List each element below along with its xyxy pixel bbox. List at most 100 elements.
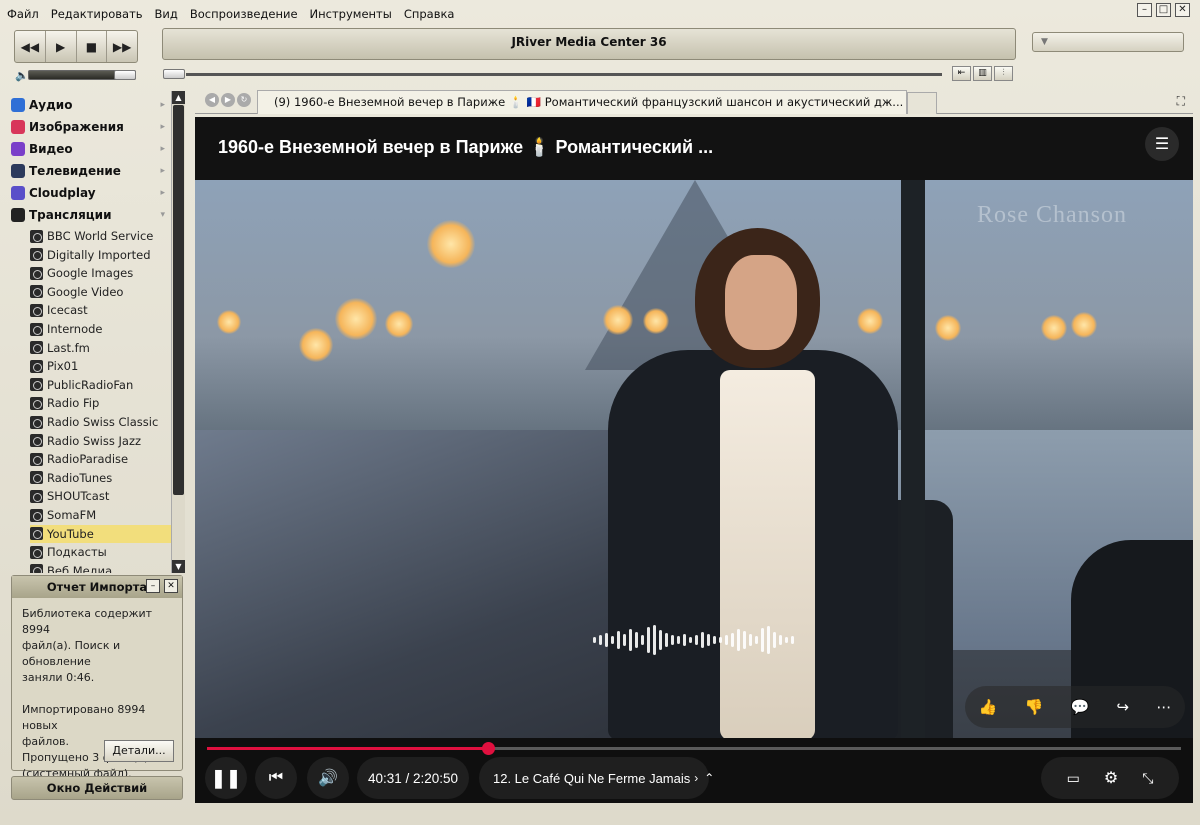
close-icon[interactable]: ✕ <box>1175 3 1190 17</box>
stop-button[interactable]: ■ <box>77 31 108 62</box>
sidebar-item-stream[interactable]: Digitally Imported <box>30 246 171 264</box>
sidebar-item-stream[interactable]: Веб Медиа <box>30 562 171 573</box>
stream-icon <box>30 545 43 559</box>
exit-fullscreen-icon[interactable]: ⤡ <box>1142 770 1153 787</box>
mute-button[interactable]: 🔊 <box>307 757 349 799</box>
waveform-bar <box>695 635 698 645</box>
settings-icon[interactable]: ⚙ <box>1104 768 1118 788</box>
search-dropdown[interactable]: ▼ <box>1032 32 1184 52</box>
scroll-up-icon[interactable]: ▲ <box>172 91 185 104</box>
sidebar-item-stream[interactable]: Last.fm <box>30 339 171 357</box>
chapter-button[interactable]: 12. Le Café Qui Ne Ferme Jamais › ⌃ <box>479 757 714 799</box>
pause-button[interactable]: ❚❚ <box>205 757 247 799</box>
like-icon[interactable]: 👍 <box>979 698 998 716</box>
sidebar-category-tv[interactable]: Телевидение ▸ <box>11 161 171 181</box>
sidebar-item-label: Google Images <box>47 266 134 281</box>
playlist-icon[interactable]: ☰ <box>1145 127 1179 161</box>
sidebar-item-stream[interactable]: Подкасты <box>30 543 171 561</box>
sidebar-category-label: Телевидение <box>29 164 121 178</box>
video-progress-bar[interactable] <box>207 742 1181 755</box>
chevron-right-icon[interactable]: ▸ <box>160 100 165 110</box>
chevron-right-icon[interactable]: ▸ <box>160 188 165 198</box>
sidebar-item-stream[interactable]: Google Images <box>30 264 171 282</box>
sidebar-item-stream[interactable]: SHOUTcast <box>30 487 171 505</box>
back-icon[interactable]: ◀ <box>205 93 219 107</box>
menu-playback[interactable]: Воспроизведение <box>190 7 298 21</box>
waveform-bar <box>791 636 794 644</box>
menu-view[interactable]: Вид <box>155 7 178 21</box>
sidebar-item-stream[interactable]: Radio Swiss Jazz <box>30 432 171 450</box>
equalizer-icon[interactable]: ▥ <box>973 66 992 81</box>
sidebar-item-stream[interactable]: SomaFM <box>30 506 171 524</box>
browser-tab[interactable]: (9) 1960-е Внеземной вечер в Париже 🕯️ 🇫… <box>257 90 907 114</box>
minimize-icon[interactable]: – <box>1137 3 1152 17</box>
dsp-icon[interactable]: ⫶ <box>994 66 1013 81</box>
waveform-bar <box>605 633 608 647</box>
close-icon[interactable]: ✕ <box>164 579 178 593</box>
chevron-right-icon: › <box>694 771 699 785</box>
sidebar-item-stream[interactable]: Radio Fip <box>30 394 171 412</box>
seek-slider[interactable] <box>186 73 942 76</box>
youtube-player[interactable]: 1960-е Внеземной вечер в Париже 🕯️ Роман… <box>195 117 1193 803</box>
sidebar-category-audio[interactable]: Аудио ▸ <box>11 95 171 115</box>
sidebar-item-stream[interactable]: BBC World Service <box>30 227 171 245</box>
menu-help[interactable]: Справка <box>404 7 455 21</box>
share-icon[interactable]: ↪ <box>1116 698 1129 716</box>
video-frame[interactable]: Rose Chanson 👍 👎 💬 ↪ ⋯ <box>195 180 1193 738</box>
comment-icon[interactable]: 💬 <box>1071 698 1090 716</box>
menu-tools[interactable]: Инструменты <box>310 7 392 21</box>
sidebar-item-stream[interactable]: Pix01 <box>30 357 171 375</box>
sidebar-item-stream[interactable]: YouTube <box>30 524 171 543</box>
sidebar-item-stream[interactable]: Icecast <box>30 301 171 319</box>
sidebar-item-stream[interactable]: Radio Swiss Classic <box>30 413 171 431</box>
sidebar-category-images[interactable]: Изображения ▸ <box>11 117 171 137</box>
bokeh-light <box>217 310 241 334</box>
previous-track-button[interactable]: ◀◀ <box>15 31 46 62</box>
scroll-thumb[interactable] <box>173 105 184 495</box>
sidebar-item-stream[interactable]: Google Video <box>30 283 171 301</box>
previous-button[interactable]: ⏮ <box>255 757 297 799</box>
right-controls: ▭ ⚙ ⤡ <box>1041 757 1179 799</box>
chevron-right-icon[interactable]: ▸ <box>160 122 165 132</box>
seek-slider-handle[interactable] <box>163 69 185 79</box>
sidebar-item-stream[interactable]: Internode <box>30 320 171 338</box>
subtitles-icon[interactable]: ▭ <box>1067 770 1080 787</box>
menu-edit[interactable]: Редактировать <box>51 7 143 21</box>
sidebar-item-stream[interactable]: PublicRadioFan <box>30 376 171 394</box>
menu-file[interactable]: Файл <box>7 7 39 21</box>
chevron-down-icon[interactable]: ▾ <box>160 210 165 220</box>
dislike-icon[interactable]: 👎 <box>1025 698 1044 716</box>
bokeh-light <box>935 315 961 341</box>
sidebar-item-stream[interactable]: RadioTunes <box>30 469 171 487</box>
import-report-panel: Отчет Импорта – ✕ Библиотека содержит 89… <box>11 575 183 780</box>
skip-previous-icon: ⏮ <box>268 769 284 786</box>
waveform-bar <box>779 635 782 645</box>
fullscreen-icon[interactable]: ⛶ <box>1177 94 1185 109</box>
minimize-icon[interactable]: – <box>146 579 160 593</box>
chevron-right-icon[interactable]: ▸ <box>160 166 165 176</box>
sidebar-category-streams[interactable]: Трансляции ▾ <box>11 205 171 225</box>
bokeh-light <box>335 298 377 340</box>
sidebar-category-video[interactable]: Видео ▸ <box>11 139 171 159</box>
progress-scrubber[interactable] <box>481 742 495 755</box>
progress-fill <box>207 747 488 750</box>
actions-window-panel[interactable]: Окно Действий <box>11 776 183 800</box>
new-tab-button[interactable] <box>907 92 937 114</box>
play-button[interactable]: ▶ <box>46 31 77 62</box>
forward-icon[interactable]: ▶ <box>221 93 235 107</box>
scroll-down-icon[interactable]: ▼ <box>172 560 185 573</box>
chevron-right-icon[interactable]: ▸ <box>160 144 165 154</box>
details-button[interactable]: Детали... <box>104 740 174 762</box>
channel-watermark: Rose Chanson <box>977 202 1127 228</box>
next-track-button[interactable]: ▶▶ <box>107 31 137 62</box>
app-title: JRiver Media Center 36 <box>162 28 1016 60</box>
maximize-icon[interactable]: □ <box>1156 3 1171 17</box>
sidebar-category-cloudplay[interactable]: Cloudplay ▸ <box>11 183 171 203</box>
reload-icon[interactable]: ↻ <box>237 93 251 107</box>
tree-scrollbar[interactable]: ▲ ▼ <box>171 91 185 573</box>
more-icon[interactable]: ⋯ <box>1156 698 1171 716</box>
video-title[interactable]: 1960-е Внеземной вечер в Париже 🕯️ Роман… <box>218 137 713 158</box>
sidebar-item-stream[interactable]: RadioParadise <box>30 450 171 468</box>
list-view-icon[interactable]: ⇤ <box>952 66 971 81</box>
volume-slider-handle[interactable] <box>114 70 136 80</box>
